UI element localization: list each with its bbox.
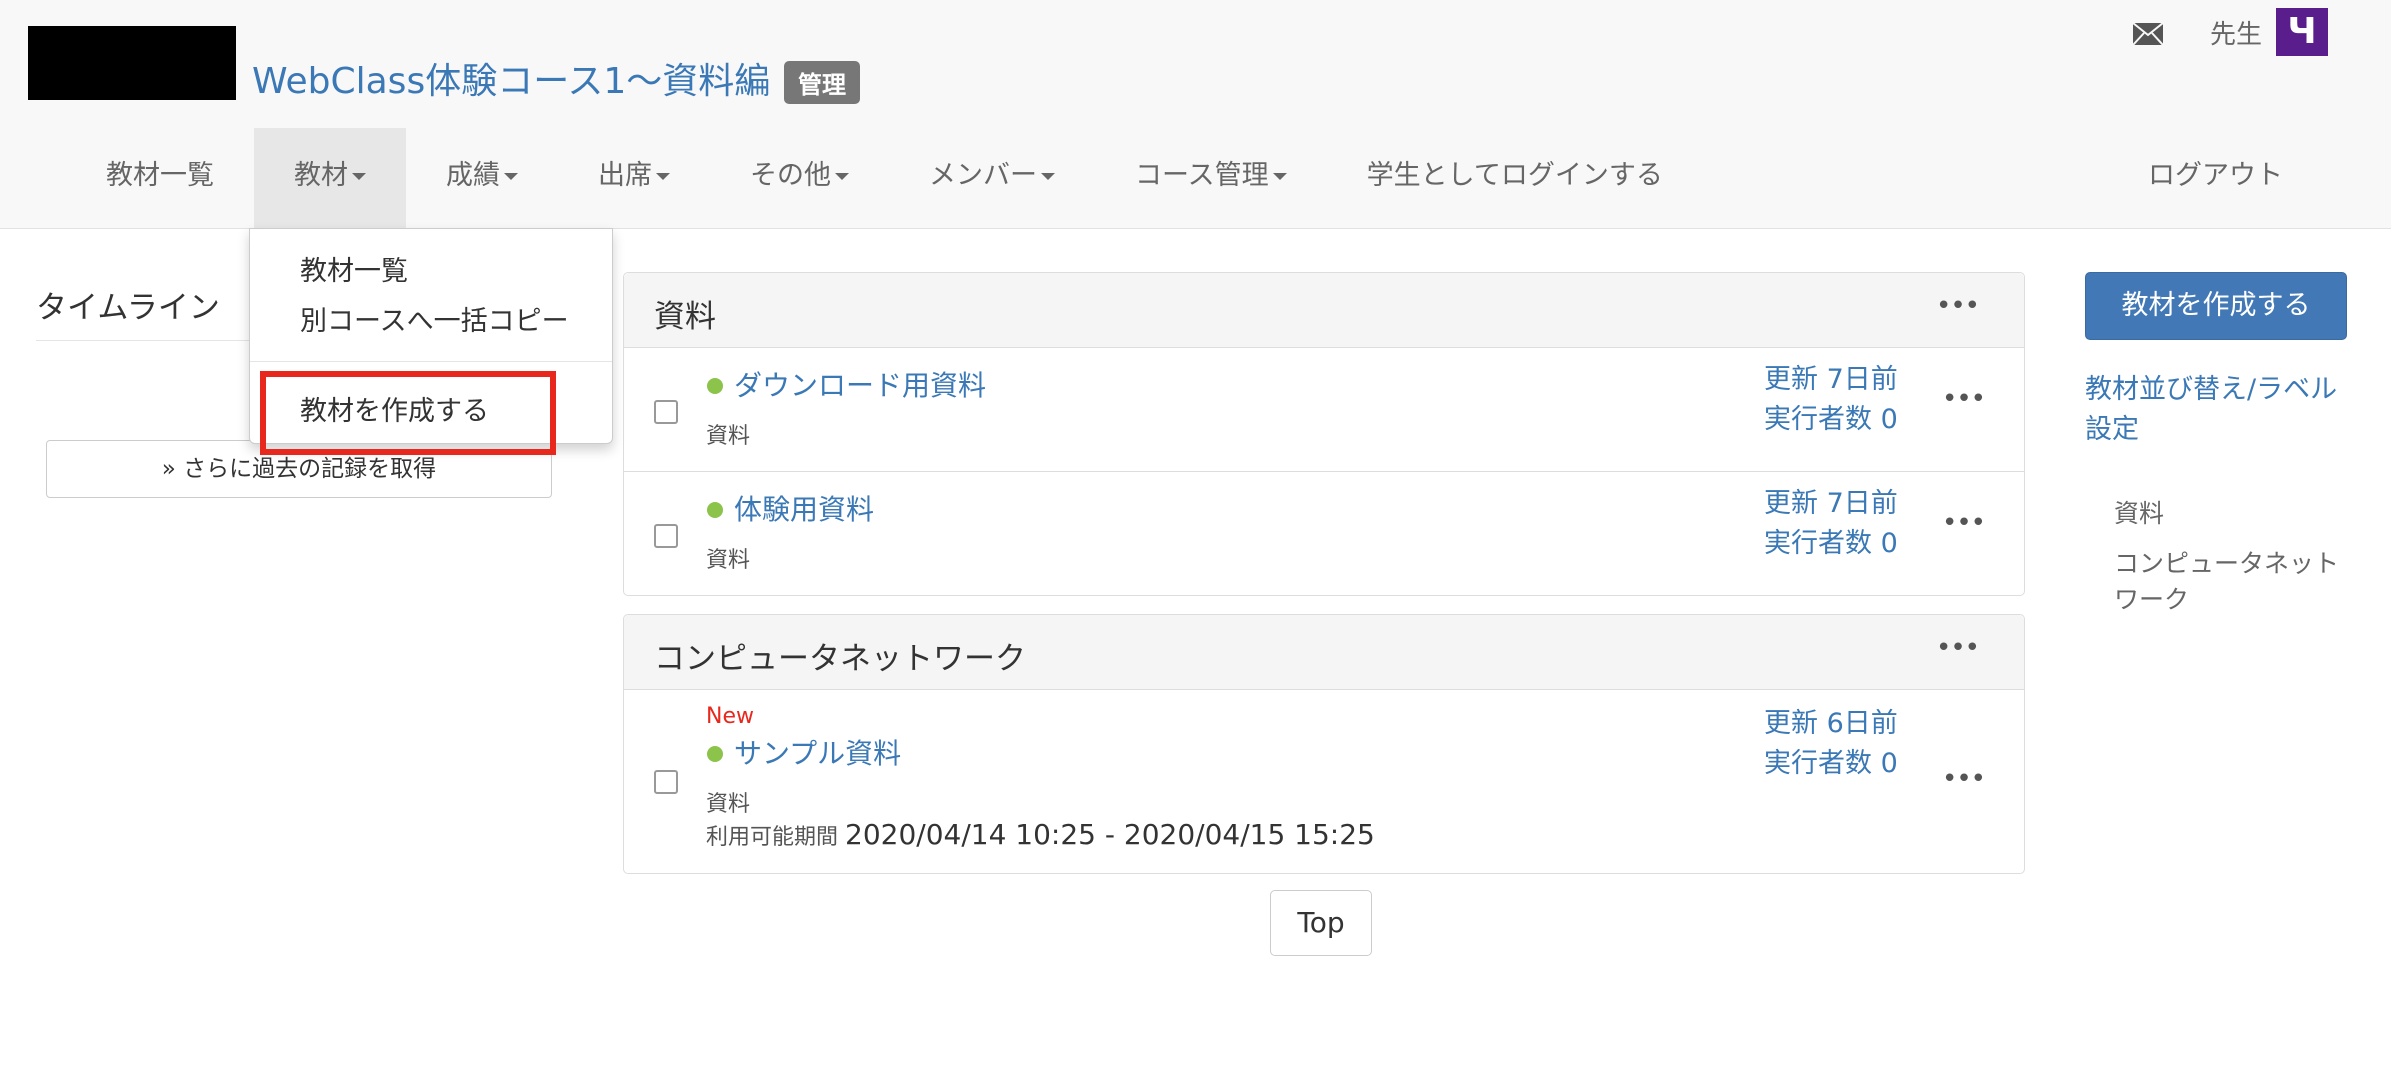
updated-link[interactable]: 更新 6日前 [1764, 704, 1898, 744]
nav-item-grades[interactable]: 成績 [406, 128, 558, 228]
material-meta: 更新 6日前 実行者数 0 [1764, 704, 1898, 784]
caret-down-icon [504, 173, 518, 180]
status-dot-icon [707, 746, 723, 762]
main-nav: 教材一覧 教材 成績 出席 その他 メンバー コース管理 学生としてログインする [66, 128, 1703, 228]
material-title-link[interactable]: ダウンロード用資料 [734, 364, 986, 404]
material-type: 資料 [706, 792, 751, 817]
new-badge: New [706, 704, 754, 729]
row-options-icon[interactable]: ••• [1942, 764, 1986, 794]
status-dot-icon [707, 378, 723, 394]
material-meta: 更新 7日前 実行者数 0 [1764, 484, 1898, 564]
runners-link[interactable]: 実行者数 0 [1764, 400, 1898, 440]
material-title-link[interactable]: 体験用資料 [734, 488, 874, 528]
sidebar-item-network[interactable]: コンピュータネットワーク [2114, 546, 2344, 618]
availability-period: 利用可能期間 2020/04/14 10:25 - 2020/04/15 15:… [706, 818, 1375, 851]
material-type: 資料 [706, 424, 751, 449]
updated-link[interactable]: 更新 7日前 [1764, 484, 1898, 524]
dropdown-item-materials-list[interactable]: 教材一覧 [300, 249, 408, 288]
section-title: コンピュータネットワーク [654, 641, 1026, 677]
material-row: New サンプル資料 資料 利用可能期間 2020/04/14 10:25 - … [624, 690, 2024, 872]
admin-badge: 管理 [784, 61, 860, 104]
material-title-link[interactable]: サンプル資料 [734, 732, 901, 772]
material-section-panel: コンピュータネットワーク ••• New サンプル資料 資料 利用可能期間 20… [623, 614, 2025, 874]
caret-down-icon [1272, 173, 1287, 180]
avatar[interactable]: Ч [2276, 8, 2328, 56]
highlight-annotation [260, 371, 556, 455]
nav-item-course-admin[interactable]: コース管理 [1095, 128, 1327, 228]
divider [36, 340, 256, 341]
runners-link[interactable]: 実行者数 0 [1764, 524, 1898, 564]
runners-link[interactable]: 実行者数 0 [1764, 744, 1898, 784]
row-options-icon[interactable]: ••• [1942, 508, 1986, 538]
material-type: 資料 [706, 548, 751, 573]
sidebar-item-shiryo[interactable]: 資料 [2114, 496, 2344, 532]
status-dot-icon [707, 502, 723, 518]
updated-link[interactable]: 更新 7日前 [1764, 360, 1898, 400]
header: WebClass体験コース1〜資料編 管理 先生 Ч 教材一覧 教材 成績 出席… [0, 0, 2391, 229]
nav-item-materials[interactable]: 教材 [254, 128, 406, 228]
row-checkbox[interactable] [654, 400, 678, 424]
material-row: ダウンロード用資料 資料 更新 7日前 実行者数 0 ••• [624, 348, 2024, 472]
mail-icon[interactable] [2132, 22, 2164, 46]
period-dates: 2020/04/14 10:25 - 2020/04/15 15:25 [845, 818, 1375, 851]
material-section-panel: 資料 ••• ダウンロード用資料 資料 更新 7日前 実行者数 0 ••• 体験… [623, 272, 2025, 596]
sort-label-settings-link[interactable]: 教材並び替え/ラベル設定 [2085, 370, 2345, 450]
nav-item-login-as-student[interactable]: 学生としてログインする [1327, 128, 1703, 228]
dropdown-item-bulk-copy[interactable]: 別コースへ一括コピー [300, 299, 569, 338]
top-button[interactable]: Top [1270, 890, 1372, 956]
row-checkbox[interactable] [654, 524, 678, 548]
caret-down-icon [835, 173, 849, 180]
more-options-icon[interactable]: ••• [1936, 291, 1980, 321]
nav-item-materials-list[interactable]: 教材一覧 [66, 128, 254, 228]
panel-header: 資料 ••• [624, 273, 2024, 348]
more-options-icon[interactable]: ••• [1936, 633, 1980, 663]
nav-item-members[interactable]: メンバー [889, 128, 1095, 228]
caret-down-icon [656, 173, 670, 180]
course-title[interactable]: WebClass体験コース1〜資料編 [252, 52, 770, 104]
row-checkbox[interactable] [654, 770, 678, 794]
dropdown-divider [250, 361, 612, 362]
row-options-icon[interactable]: ••• [1942, 384, 1986, 414]
material-row: 体験用資料 資料 更新 7日前 実行者数 0 ••• [624, 472, 2024, 595]
panel-header: コンピュータネットワーク ••• [624, 615, 2024, 690]
material-meta: 更新 7日前 実行者数 0 [1764, 360, 1898, 440]
section-title: 資料 [654, 299, 716, 335]
logo[interactable] [28, 26, 236, 100]
caret-down-icon [1041, 173, 1055, 180]
create-material-button[interactable]: 教材を作成する [2085, 272, 2347, 340]
logout-link[interactable]: ログアウト [2148, 128, 2283, 224]
user-name[interactable]: 先生 [2210, 14, 2262, 51]
caret-down-icon [352, 173, 366, 180]
nav-item-other[interactable]: その他 [710, 128, 889, 228]
timeline-title: タイムライン [36, 290, 220, 326]
nav-item-attendance[interactable]: 出席 [558, 128, 710, 228]
